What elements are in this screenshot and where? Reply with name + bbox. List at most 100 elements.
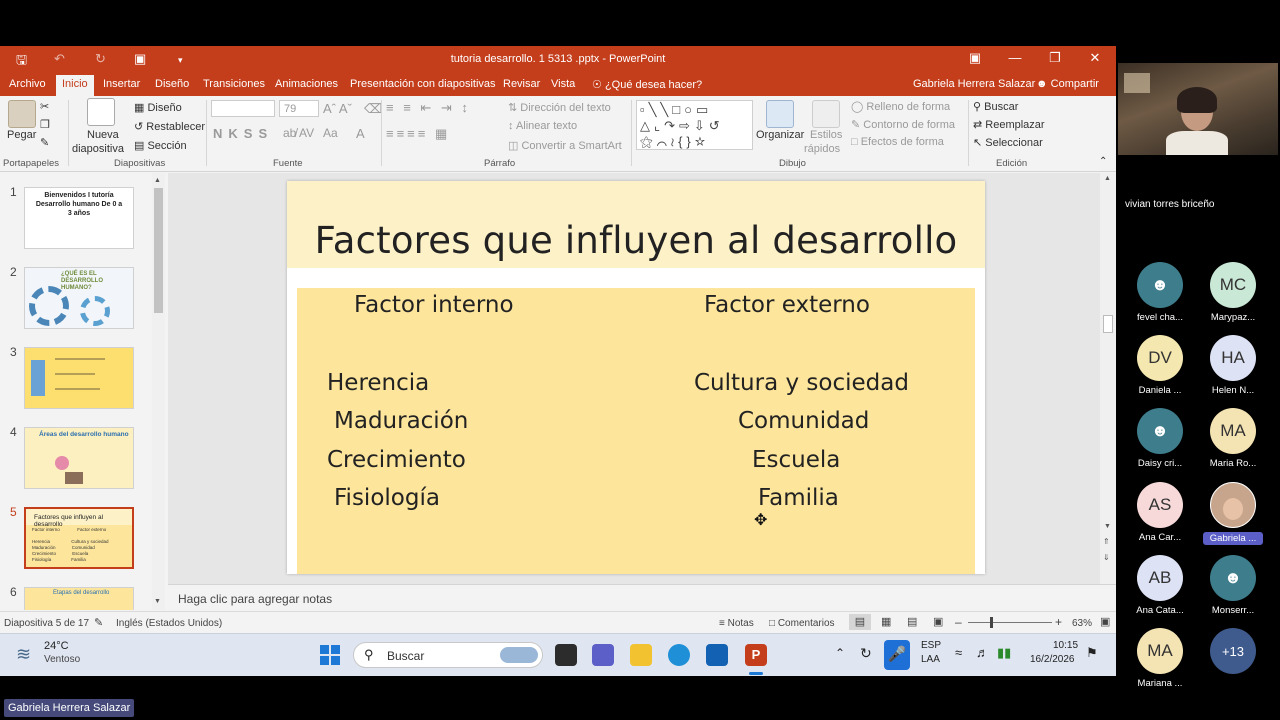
collapse-ribbon-icon[interactable]: ⌃ xyxy=(1099,156,1107,167)
maximize-button[interactable]: ❐ xyxy=(1040,50,1070,66)
slide-thumbnail[interactable] xyxy=(24,347,134,409)
slide-thumbnail[interactable]: ¿QUÉ ES EL DESARROLLO HUMANO? xyxy=(24,267,134,329)
battery-icon[interactable]: ▮▮ xyxy=(997,645,1011,661)
input-lang-2[interactable]: LAA xyxy=(921,654,940,665)
tab-archivo[interactable]: Archivo xyxy=(7,78,48,90)
participant-tile[interactable]: MA Maria Ro... xyxy=(1203,408,1263,469)
new-slide-icon[interactable] xyxy=(87,98,115,126)
text-direction-button[interactable]: ⇅ Dirección del texto xyxy=(508,101,611,114)
weather-desc[interactable]: Ventoso xyxy=(44,654,80,665)
clock-date[interactable]: 16/2/2026 xyxy=(1030,654,1075,665)
notes-toggle[interactable]: ≡ Notas xyxy=(719,618,754,629)
more-participants-button[interactable]: +13 xyxy=(1203,628,1263,674)
participant-tile[interactable]: MC Marypaz... xyxy=(1203,262,1263,323)
section-button[interactable]: ▤ Sección xyxy=(134,139,187,152)
tell-me-box[interactable]: ☉ ¿Qué desea hacer? xyxy=(592,78,702,91)
content-box[interactable]: Factor interno Factor externo Herencia M… xyxy=(297,288,975,574)
paste-icon[interactable] xyxy=(8,100,36,128)
file-explorer-icon[interactable] xyxy=(630,644,652,666)
close-button[interactable]: ✕ xyxy=(1080,50,1110,66)
zoom-slider-thumb[interactable] xyxy=(990,617,993,628)
tab-presentacion[interactable]: Presentación con diapositivas xyxy=(348,78,498,90)
scroll-up-icon[interactable]: ▲ xyxy=(154,177,161,184)
font-style-buttons[interactable]: NKSS xyxy=(213,126,273,141)
slideshow-view-icon[interactable]: ▣ xyxy=(933,615,943,628)
powerpoint-icon[interactable]: P xyxy=(745,644,767,666)
taskbar-search[interactable]: ⚲ Buscar xyxy=(353,642,543,668)
slide-thumbnail[interactable]: Etapas del desarrollo xyxy=(24,587,134,610)
spellcheck-icon[interactable]: ✎ xyxy=(94,616,103,629)
zoom-in-icon[interactable]: + xyxy=(1055,615,1062,629)
new-slide-label[interactable]: Nueva xyxy=(87,129,119,141)
share-button[interactable]: ☻ Compartir xyxy=(1036,78,1099,90)
microphone-icon[interactable]: 🎤 xyxy=(884,640,910,670)
previous-slide-icon[interactable]: ⇑ xyxy=(1103,537,1110,546)
sync-icon[interactable]: ↻ xyxy=(860,645,872,662)
smartart-button[interactable]: ◫ Convertir a SmartArt xyxy=(508,139,622,152)
tab-inicio[interactable]: Inicio xyxy=(56,75,94,96)
scroll-down-icon[interactable]: ▼ xyxy=(154,598,161,605)
arrange-icon[interactable] xyxy=(766,100,794,128)
reading-view-icon[interactable]: ▤ xyxy=(907,615,917,628)
participant-tile[interactable]: HA Helen N... xyxy=(1203,335,1263,396)
format-painter-icon[interactable]: ✎ xyxy=(40,136,49,149)
store-icon[interactable] xyxy=(706,644,728,666)
tab-insertar[interactable]: Insertar xyxy=(101,78,142,90)
align-icons[interactable]: ≡≡≡≡ ▦ xyxy=(386,126,450,142)
clock-time[interactable]: 10:15 xyxy=(1053,640,1078,651)
cut-icon[interactable]: ✂ xyxy=(40,100,49,113)
next-slide-icon[interactable]: ⇓ xyxy=(1103,553,1110,562)
thumbnails-scrollbar[interactable]: ▲ ▼ xyxy=(152,173,165,610)
list-icons[interactable]: ≡ ≡ ⇤ ⇥ ↕ xyxy=(386,100,471,116)
participant-tile[interactable]: Gabriela ... xyxy=(1203,482,1263,545)
arrange-button[interactable]: Organizar xyxy=(756,129,804,141)
select-button[interactable]: ↖ Seleccionar xyxy=(973,136,1043,149)
replace-button[interactable]: ⇄ Reemplazar xyxy=(973,118,1045,131)
shapes-gallery[interactable]: ▫╲╲□○▭ △⌞↷⇨⇩↺ ⚝⌒≀{}☆ xyxy=(636,100,753,150)
layout-button[interactable]: ▦ Diseño xyxy=(134,101,182,114)
clear-format-icon[interactable]: ⌫ xyxy=(364,101,382,117)
show-hidden-icons[interactable]: ⌃ xyxy=(835,646,845,660)
zoom-slider[interactable] xyxy=(968,622,1052,623)
volume-icon[interactable]: ♬ xyxy=(976,645,989,660)
start-button[interactable] xyxy=(320,645,340,665)
zoom-level[interactable]: 63% xyxy=(1072,618,1092,629)
shape-effects-button[interactable]: □ Efectos de forma xyxy=(851,136,944,148)
participant-tile[interactable]: ☻ Daisy cri... xyxy=(1130,408,1190,469)
new-slide-label-2[interactable]: diapositiva xyxy=(72,143,124,155)
wifi-icon[interactable]: ≈ xyxy=(955,645,962,660)
tab-vista[interactable]: Vista xyxy=(549,78,577,90)
tab-diseno[interactable]: Diseño xyxy=(153,78,191,90)
scroll-down-icon[interactable]: ▼ xyxy=(1104,523,1111,530)
quick-styles-label-2[interactable]: rápidos xyxy=(804,143,840,155)
shape-fill-button[interactable]: ◯ Relleno de forma xyxy=(851,100,950,113)
minimize-button[interactable]: — xyxy=(1000,50,1030,65)
paste-button[interactable]: Pegar xyxy=(7,129,36,141)
participant-tile[interactable]: AS Ana Car... xyxy=(1130,482,1190,543)
spacing-icon[interactable]: ab̸ AV xyxy=(283,126,314,140)
font-size-field[interactable]: 79 xyxy=(279,100,319,117)
slide-scrollbar[interactable]: ▲ ▼ ⇑ ⇓ xyxy=(1100,173,1116,610)
input-lang-1[interactable]: ESP xyxy=(921,640,941,651)
fit-slide-icon[interactable]: ▣ xyxy=(1100,615,1110,628)
notes-pane[interactable]: Haga clic para agregar notas xyxy=(168,584,1116,611)
slide-thumbnail[interactable]: Áreas del desarrollo humano xyxy=(24,427,134,489)
task-view-icon[interactable] xyxy=(555,644,577,666)
tab-transiciones[interactable]: Transiciones xyxy=(201,78,267,90)
slide-thumbnail-selected[interactable]: Factores que influyen al desarrollo Fact… xyxy=(24,507,134,569)
tab-animaciones[interactable]: Animaciones xyxy=(273,78,340,90)
find-button[interactable]: ⚲ Buscar xyxy=(973,100,1018,113)
zoom-out-icon[interactable]: – xyxy=(955,615,962,629)
slide-thumbnail[interactable]: Bienvenidos I tutoría Desarrollo humano … xyxy=(24,187,134,249)
quick-styles-icon[interactable] xyxy=(812,100,840,128)
font-color-icon[interactable]: A xyxy=(356,126,365,141)
presenter-video[interactable] xyxy=(1118,63,1278,155)
language-indicator[interactable]: Inglés (Estados Unidos) xyxy=(116,618,222,629)
quick-styles-label[interactable]: Estilos xyxy=(810,129,842,141)
ribbon-display-icon[interactable]: ▣ xyxy=(960,50,990,66)
teams-icon[interactable] xyxy=(592,644,614,666)
slide-title[interactable]: Factores que influyen al desarrollo xyxy=(287,219,985,262)
normal-view-icon[interactable]: ▤ xyxy=(849,614,871,630)
sorter-view-icon[interactable]: ▦ xyxy=(881,615,891,628)
scroll-up-icon[interactable]: ▲ xyxy=(1104,175,1111,182)
